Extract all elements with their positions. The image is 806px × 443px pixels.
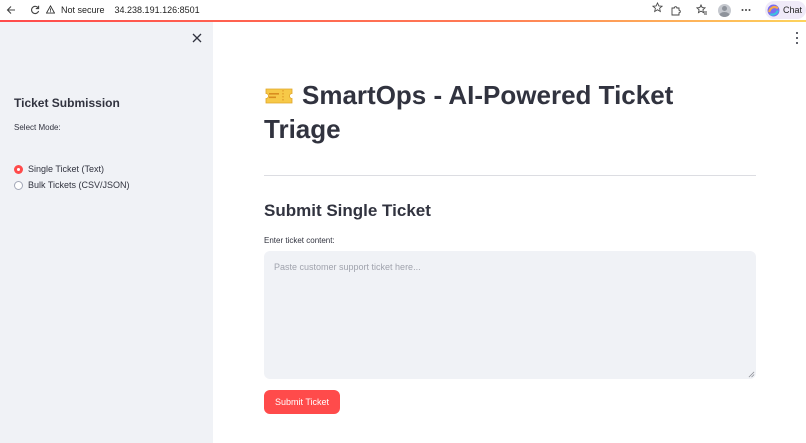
radio-unselected-icon[interactable]	[14, 180, 23, 190]
url-text[interactable]: 34.238.191.126:8501	[115, 5, 200, 15]
main-menu-kebab-icon[interactable]	[794, 32, 800, 44]
ticket-content-textarea[interactable]	[264, 251, 756, 379]
warning-icon[interactable]	[46, 5, 55, 14]
back-arrow-icon[interactable]	[3, 2, 19, 18]
sidebar-title: Ticket Submission	[14, 96, 120, 110]
copilot-icon	[767, 4, 780, 16]
close-sidebar-icon[interactable]	[191, 32, 203, 44]
radio-option-single-ticket[interactable]: Single Ticket (Text)	[14, 164, 104, 174]
sidebar: Ticket Submission Select Mode: Single Ti…	[0, 22, 213, 443]
more-options-icon[interactable]	[741, 8, 751, 12]
reload-icon[interactable]	[27, 2, 43, 18]
extensions-icon[interactable]	[670, 4, 682, 16]
section-title: Submit Single Ticket	[264, 201, 431, 220]
profile-avatar[interactable]	[717, 3, 731, 17]
page-title: SmartOps - AI-Powered Ticket Triage	[264, 78, 734, 146]
mode-label: Select Mode:	[14, 123, 61, 132]
security-label: Not secure	[61, 4, 105, 15]
radio-option-bulk-tickets[interactable]: Bulk Tickets (CSV/JSON)	[14, 180, 130, 190]
address-bar[interactable]: Not secure 34.238.191.126:8501	[46, 1, 666, 18]
resize-handle-icon[interactable]	[748, 371, 755, 378]
radio-label: Bulk Tickets (CSV/JSON)	[28, 180, 130, 190]
ticket-icon	[265, 88, 293, 104]
section-divider	[264, 175, 756, 176]
submit-ticket-button[interactable]: Submit Ticket	[264, 390, 340, 414]
browser-toolbar: Not secure 34.238.191.126:8501 Chat	[0, 0, 806, 20]
radio-label: Single Ticket (Text)	[28, 164, 105, 174]
radio-selected-icon[interactable]	[14, 164, 23, 174]
page-title-text: SmartOps - AI-Powered Ticket Triage	[264, 80, 674, 144]
chat-label: Chat	[782, 5, 802, 15]
bookmark-star-icon[interactable]	[652, 2, 663, 13]
ticket-content-label: Enter ticket content:	[264, 236, 335, 245]
copilot-chat-button[interactable]: Chat	[764, 1, 806, 19]
favorites-icon[interactable]	[695, 4, 708, 16]
